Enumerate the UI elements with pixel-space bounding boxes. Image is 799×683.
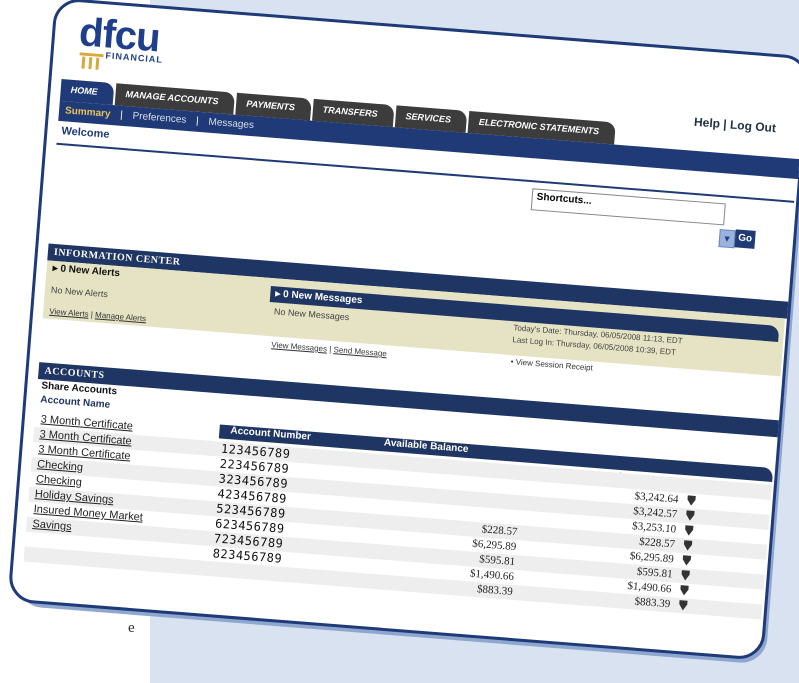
link-separator: | (722, 117, 728, 132)
shield-down-icon[interactable] (685, 509, 696, 522)
screenshot-card: dfcu FINANCIAL Help | Log Out HOME MANAG… (7, 0, 799, 661)
send-message-link[interactable]: Send Message (333, 345, 387, 358)
shield-down-icon[interactable] (679, 584, 690, 597)
subnav-separator: | (119, 109, 124, 121)
shield-down-icon[interactable] (678, 599, 689, 612)
col-account-name[interactable]: Account Name (40, 394, 111, 410)
view-messages-link[interactable]: View Messages (271, 340, 327, 353)
shield-down-icon[interactable] (682, 539, 693, 552)
link-separator: | (90, 310, 94, 320)
subnav-preferences[interactable]: Preferences (132, 111, 187, 126)
shield-down-icon[interactable] (681, 554, 692, 567)
chevron-down-icon[interactable]: ▼ (718, 229, 736, 249)
shield-down-icon[interactable] (684, 524, 695, 537)
margin-char: e (128, 620, 135, 636)
go-button[interactable]: Go (734, 229, 756, 249)
pillars-icon (79, 52, 104, 70)
top-links: Help | Log Out (694, 115, 777, 135)
subnav-separator: | (195, 115, 200, 127)
dfcu-logo: dfcu FINANCIAL (77, 10, 166, 70)
logout-link[interactable]: Log Out (729, 118, 776, 136)
help-link[interactable]: Help (694, 115, 721, 131)
subnav-messages[interactable]: Messages (208, 117, 254, 132)
shield-down-icon[interactable] (686, 494, 697, 507)
shield-down-icon[interactable] (680, 569, 691, 582)
page-title: Welcome (60, 125, 110, 141)
link-separator: | (328, 344, 332, 354)
subnav-summary[interactable]: Summary (65, 105, 111, 120)
